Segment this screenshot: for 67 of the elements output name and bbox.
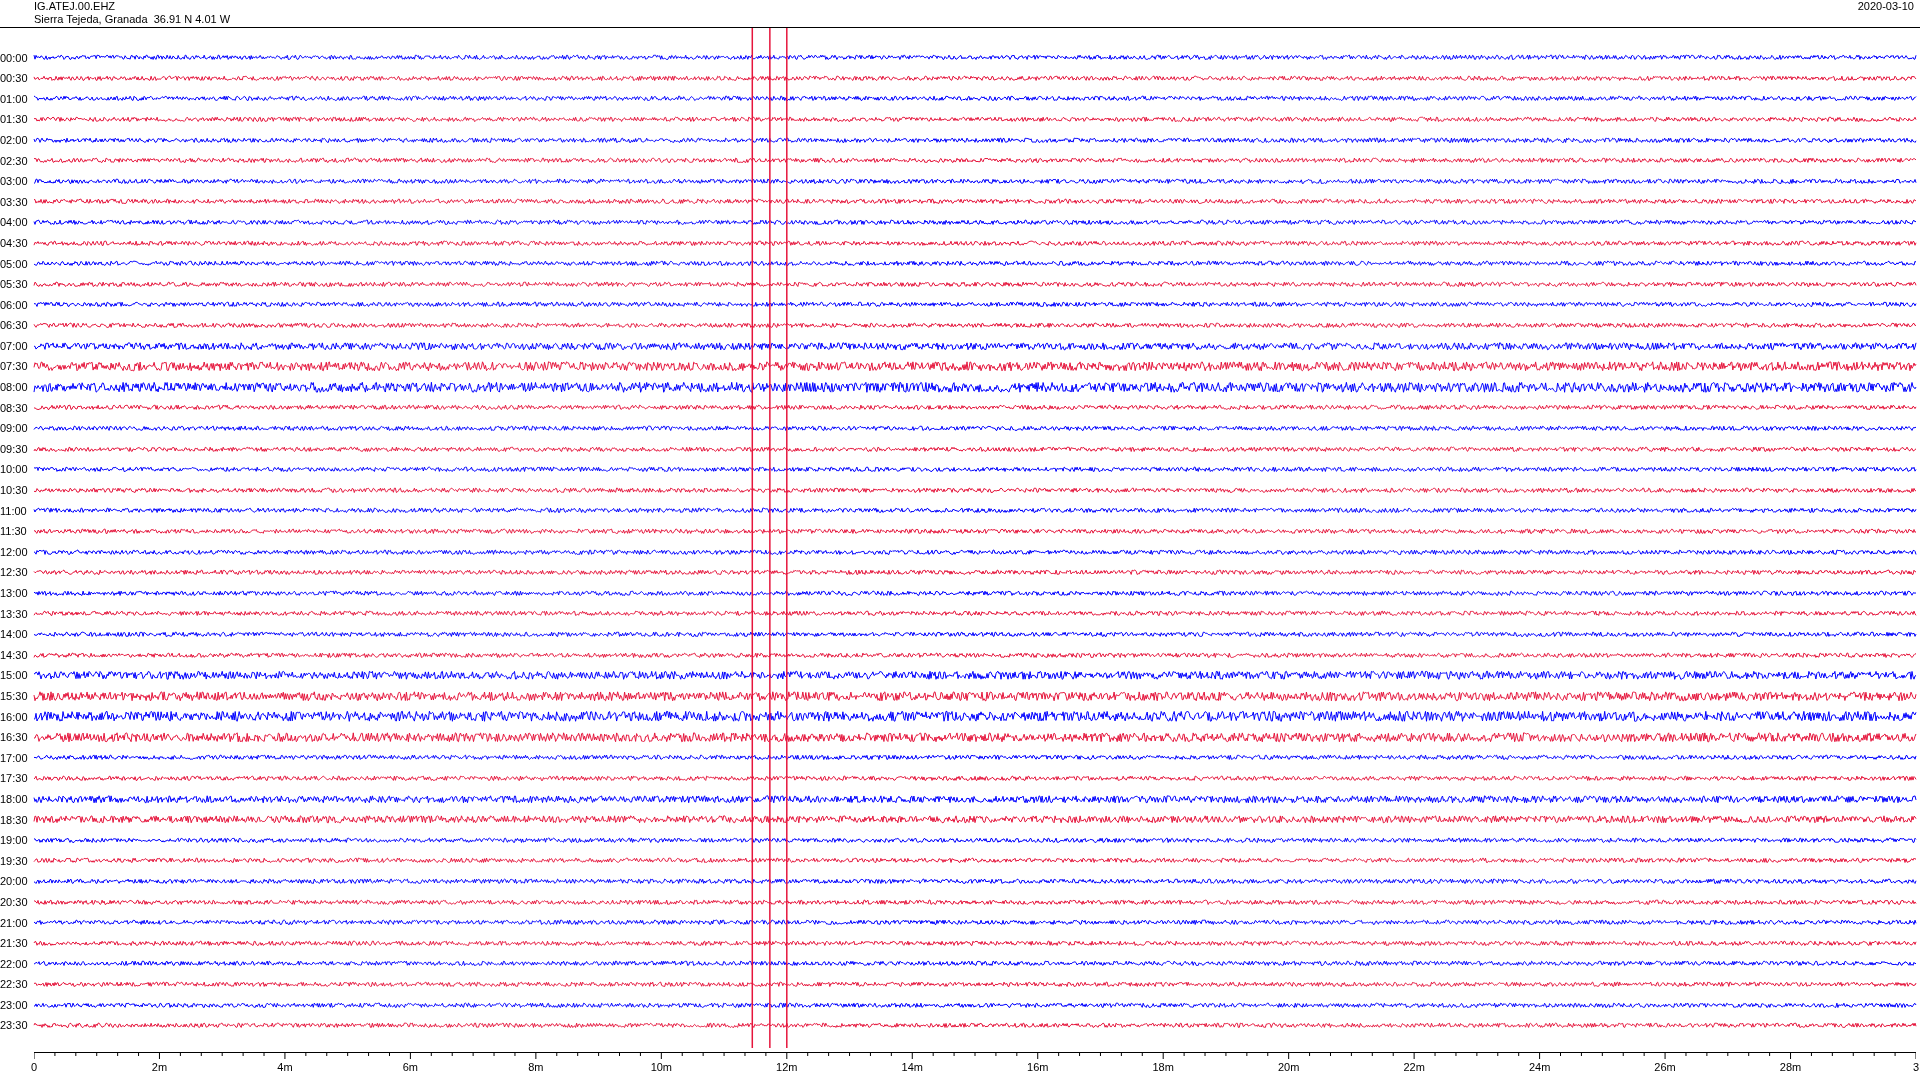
time-label: 23:00 <box>0 998 29 1011</box>
time-label: 12:30 <box>0 566 29 579</box>
time-label: 22:30 <box>0 978 29 991</box>
time-label: 02:00 <box>0 133 29 146</box>
time-label: 17:30 <box>0 772 29 785</box>
time-label: 12:00 <box>0 545 29 558</box>
time-label: 15:30 <box>0 690 29 702</box>
axis-label: 10m <box>650 1060 673 1073</box>
axis-label: 28m <box>1779 1060 1802 1073</box>
time-label: 11:30 <box>0 525 28 538</box>
time-label: 20:30 <box>0 895 29 908</box>
time-label: 00:30 <box>0 72 29 85</box>
time-label: 09:00 <box>0 422 29 435</box>
time-label: 14:00 <box>0 628 29 641</box>
time-label: 00:00 <box>0 51 29 64</box>
time-label: 15:00 <box>0 669 29 682</box>
station-code: IG.ATEJ.00.EHZ <box>34 0 117 13</box>
time-label: 04:30 <box>0 236 29 249</box>
time-label: 16:00 <box>0 710 29 723</box>
time-label: 01:30 <box>0 113 29 126</box>
time-label: 17:00 <box>0 751 29 764</box>
axis-label: 2m <box>151 1060 168 1073</box>
time-label: 09:30 <box>0 442 29 455</box>
time-label: 03:00 <box>0 175 29 188</box>
time-label: 08:30 <box>0 401 29 414</box>
time-label: 11:00 <box>0 504 28 517</box>
axis-label: 20m <box>1277 1060 1300 1073</box>
date-label: 2020-03-10 <box>1857 0 1914 14</box>
time-label: 22:00 <box>0 957 29 970</box>
time-label: 19:00 <box>0 834 29 847</box>
time-label: 06:00 <box>0 298 29 311</box>
axis-label: 18m <box>1152 1060 1174 1073</box>
axis-label: 0 <box>31 1060 38 1073</box>
time-label: 21:00 <box>0 916 29 929</box>
time-label: 01:00 <box>0 92 29 105</box>
axis-label: 12m <box>776 1060 798 1073</box>
time-label: 10:00 <box>0 463 29 476</box>
time-label: 18:00 <box>0 792 29 805</box>
axis-label: 6m <box>402 1060 419 1073</box>
axis-label: 16m <box>1027 1060 1049 1073</box>
time-label: 14:30 <box>0 648 29 661</box>
time-label: 07:30 <box>0 360 29 373</box>
axis-label: 26m <box>1654 1060 1676 1073</box>
time-label: 05:00 <box>0 257 29 270</box>
axis-label: 14m <box>901 1060 923 1073</box>
time-label: 03:30 <box>0 195 29 208</box>
station-location: Sierra Tejeda, Granada 36.91 N 4.01 W <box>34 13 231 26</box>
time-label: 07:00 <box>0 339 29 352</box>
time-label: 23:30 <box>0 1019 29 1032</box>
time-label: 02:30 <box>0 154 29 167</box>
axis-label: 22m <box>1403 1060 1425 1073</box>
axis-label: 4m <box>277 1060 293 1073</box>
time-label: 05:30 <box>0 278 29 291</box>
time-label: 04:00 <box>0 216 29 229</box>
axis-label: 3 <box>1913 1060 1920 1073</box>
time-label: 10:30 <box>0 484 29 497</box>
axis-label: 8m <box>528 1060 544 1073</box>
time-label: 20:00 <box>0 875 29 888</box>
time-label: 16:30 <box>0 731 29 744</box>
axis-label: 24m <box>1528 1060 1551 1073</box>
time-label: 13:00 <box>0 587 29 599</box>
time-label: 21:30 <box>0 937 29 950</box>
time-label: 08:00 <box>0 381 29 394</box>
time-label: 13:30 <box>0 607 29 620</box>
time-label: 19:30 <box>0 854 29 867</box>
time-label: 06:30 <box>0 319 29 332</box>
time-label: 18:30 <box>0 813 29 826</box>
